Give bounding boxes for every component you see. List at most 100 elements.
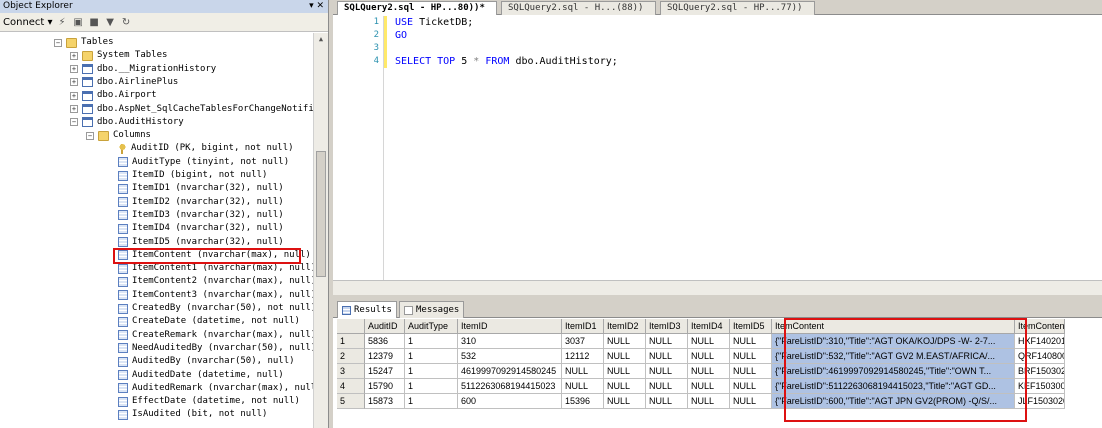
grid-cell[interactable]: NULL xyxy=(562,379,604,394)
grid-cell[interactable]: NULL xyxy=(730,364,772,379)
tree-node[interactable]: ItemID4 (nvarchar(32), null) xyxy=(102,222,284,235)
expand-icon[interactable]: + xyxy=(70,65,78,74)
grid-cell[interactable]: 15396 xyxy=(562,394,604,409)
column-header[interactable]: AuditType xyxy=(405,319,458,334)
refresh-icon[interactable]: ↻ xyxy=(120,16,133,29)
editor-horizontal-scrollbar[interactable] xyxy=(333,280,1102,295)
tree-node[interactable]: AuditID (PK, bigint, not null) xyxy=(102,142,294,155)
grid-cell[interactable]: {"FareListID":310,"Title":"AGT OKA/KOJ/D… xyxy=(772,334,1015,349)
table-row[interactable]: 5 15873 1 600 15396 NULL NULL NULL NULL {"FareLis… xyxy=(337,394,1065,409)
column-header[interactable]: ItemContent xyxy=(772,319,1015,334)
grid-cell[interactable]: NULL xyxy=(688,334,730,349)
column-header[interactable]: AuditID xyxy=(365,319,405,334)
tree-node[interactable]: IsAudited (bit, not null) xyxy=(102,408,267,421)
grid-cell[interactable]: NULL xyxy=(646,364,688,379)
row-number[interactable]: 5 xyxy=(337,394,365,409)
tree-node[interactable]: AuditedRemark (nvarchar(max), null) xyxy=(102,382,313,395)
object-explorer-scrollbar[interactable]: ▲ xyxy=(313,33,328,428)
grid-cell[interactable]: NULL xyxy=(646,394,688,409)
expand-icon[interactable]: + xyxy=(70,91,78,100)
grid-cell[interactable]: 12112 xyxy=(562,349,604,364)
grid-cell[interactable]: 532 xyxy=(458,349,562,364)
grid-cell[interactable]: 1 xyxy=(405,364,458,379)
grid-cell[interactable]: NULL xyxy=(562,364,604,379)
grid-cell[interactable]: NULL xyxy=(730,394,772,409)
column-header[interactable]: ItemID5 xyxy=(730,319,772,334)
grid-cell[interactable]: JLF15030207| xyxy=(1015,394,1065,409)
column-header[interactable]: ItemID3 xyxy=(646,319,688,334)
expand-icon[interactable]: + xyxy=(70,105,78,113)
editor-tab[interactable]: SQLQuery2.sql - HP...80))* xyxy=(337,1,497,15)
grid-cell[interactable]: BRF15030283| xyxy=(1015,364,1065,379)
tree-node[interactable]: EffectDate (datetime, not null) xyxy=(102,395,300,408)
grid-cell[interactable]: NULL xyxy=(730,334,772,349)
tree-node[interactable]: AuditedBy (nvarchar(50), null) xyxy=(102,355,295,368)
grid-cell[interactable]: 600 xyxy=(458,394,562,409)
grid-cell[interactable]: 15790 xyxy=(365,379,405,394)
row-number[interactable]: 4 xyxy=(337,379,365,394)
grid-cell[interactable]: {"FareListID":5112263068194415023,"Title… xyxy=(772,379,1015,394)
grid-cell[interactable]: HXF14020120| xyxy=(1015,334,1065,349)
tree-node[interactable]: ItemID (bigint, not null) xyxy=(102,169,267,182)
grid-cell[interactable]: {"FareListID":600,"Title":"AGT JPN GV2(P… xyxy=(772,394,1015,409)
grid-cell[interactable]: 1 xyxy=(405,334,458,349)
grid-cell[interactable]: NULL xyxy=(604,349,646,364)
tree-node[interactable]: CreatedBy (nvarchar(50), not null) xyxy=(102,302,313,315)
pin-close-icon[interactable]: ▾ ✕ xyxy=(309,0,328,13)
grid-cell[interactable]: NULL xyxy=(604,394,646,409)
tree-node[interactable]: − Tables xyxy=(54,36,114,49)
grid-cell[interactable]: {"FareListID":532,"Title":"AGT GV2 M.EAS… xyxy=(772,349,1015,364)
tree-node[interactable]: + dbo.__MigrationHistory xyxy=(70,63,216,76)
tree-node[interactable]: ItemID1 (nvarchar(32), null) xyxy=(102,182,284,195)
expand-icon[interactable]: + xyxy=(70,51,78,60)
tree-node[interactable]: ItemID2 (nvarchar(32), null) xyxy=(102,196,284,209)
grid-cell[interactable]: {"FareListID":461999709291458024​5,"Titl… xyxy=(772,364,1015,379)
tree-node[interactable]: − Columns xyxy=(86,129,151,142)
grid-cell[interactable]: NULL xyxy=(604,334,646,349)
tab-results[interactable]: Results xyxy=(337,301,397,318)
grid-cell[interactable]: 3037 xyxy=(562,334,604,349)
scroll-thumb[interactable] xyxy=(316,151,326,277)
collapse-icon[interactable]: − xyxy=(54,38,62,47)
connect-icon[interactable]: ⚡ xyxy=(56,16,69,29)
grid-cell[interactable]: NULL xyxy=(730,349,772,364)
column-header[interactable]: ItemID xyxy=(458,319,562,334)
grid-cell[interactable]: NULL xyxy=(730,379,772,394)
grid-cell[interactable]: 12379 xyxy=(365,349,405,364)
editor-tab[interactable]: SQLQuery2.sql - H...(88)) xyxy=(501,1,656,15)
grid-cell[interactable]: NULL xyxy=(646,334,688,349)
tab-messages[interactable]: Messages xyxy=(399,301,465,318)
grid-cell[interactable]: 5836 xyxy=(365,334,405,349)
column-header[interactable]: ItemID4 xyxy=(688,319,730,334)
editor-tab[interactable]: SQLQuery2.sql - HP...77)) xyxy=(660,1,815,15)
tree-node[interactable]: + dbo.AirlinePlus xyxy=(70,76,178,89)
row-number[interactable]: 1 xyxy=(337,334,365,349)
table-row[interactable]: 2 12379 1 532 12112 NULL NULL NULL NULL {"FareLis… xyxy=(337,349,1065,364)
row-number[interactable]: 3 xyxy=(337,364,365,379)
collapse-icon[interactable]: − xyxy=(86,131,94,140)
grid-cell[interactable]: 1 xyxy=(405,379,458,394)
grid-cell[interactable]: QRF14080079| xyxy=(1015,349,1065,364)
grid-cell[interactable]: NULL xyxy=(688,364,730,379)
tree-node[interactable]: AuditType (tinyint, not null) xyxy=(102,156,289,169)
grid-cell[interactable]: 310 xyxy=(458,334,562,349)
grid-cell[interactable]: NULL xyxy=(646,379,688,394)
grid-cell[interactable]: NULL xyxy=(646,349,688,364)
column-header[interactable]: ItemID1 xyxy=(562,319,604,334)
expand-icon[interactable]: + xyxy=(70,78,78,87)
tree-node[interactable]: ItemID5 (nvarchar(32), null) xyxy=(102,236,284,249)
column-header[interactable] xyxy=(337,319,365,334)
tree-node[interactable]: + dbo.Airport xyxy=(70,89,157,102)
tree-node[interactable]: ItemID3 (nvarchar(32), null) xyxy=(102,209,284,222)
grid-cell[interactable]: 15247 xyxy=(365,364,405,379)
grid-cell[interactable]: NULL xyxy=(604,379,646,394)
table-row[interactable]: 1 5836 1 310 3037 NULL NULL NULL NULL {"FareListI… xyxy=(337,334,1065,349)
tree-node[interactable]: CreateDate (datetime, not null) xyxy=(102,315,300,328)
tree-node[interactable]: ItemContent2 (nvarchar(max), null) xyxy=(102,275,313,288)
grid-cell[interactable]: NULL xyxy=(604,364,646,379)
tree-node[interactable]: + dbo.AspNet_SqlCacheTablesForChangeNotif… xyxy=(70,103,313,116)
column-header[interactable]: ItemContent1 xyxy=(1015,319,1065,334)
stop-icon[interactable]: ■ xyxy=(88,16,101,29)
grid-cell[interactable]: NULL xyxy=(688,394,730,409)
collapse-icon[interactable]: − xyxy=(70,118,78,127)
